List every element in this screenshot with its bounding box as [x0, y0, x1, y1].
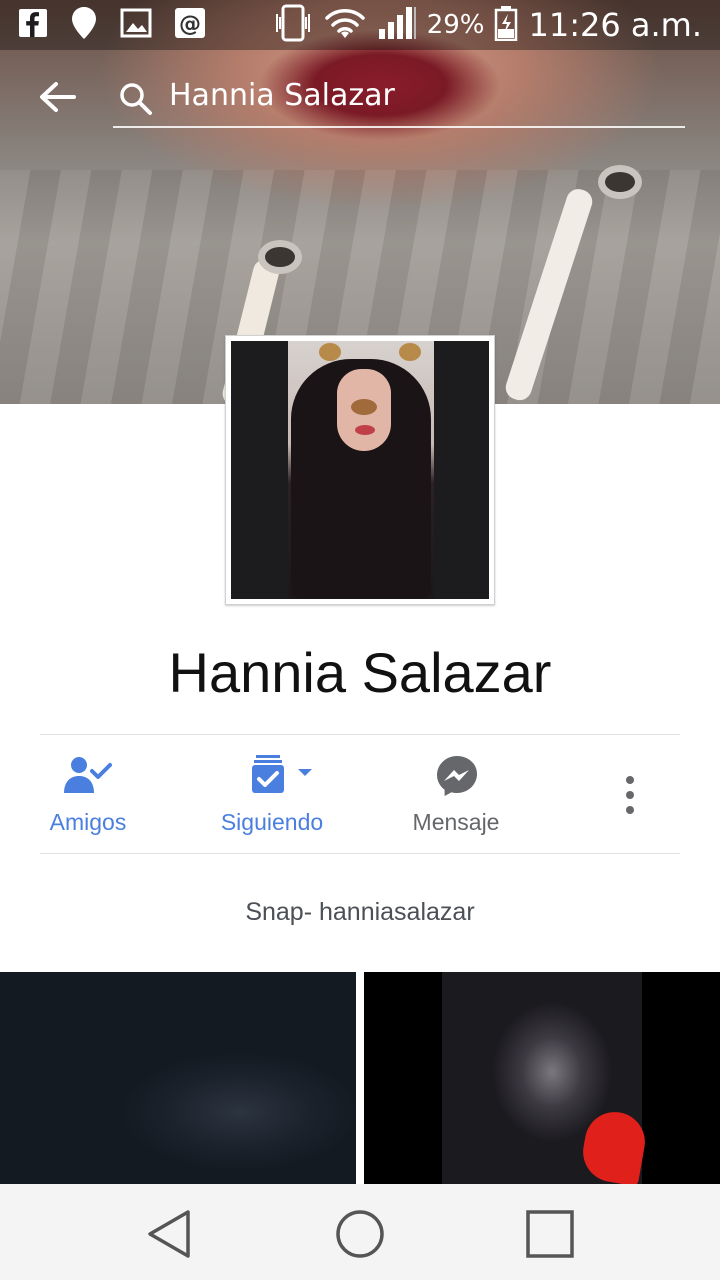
- message-button[interactable]: Mensaje: [404, 735, 508, 853]
- friends-button[interactable]: Amigos: [40, 735, 136, 853]
- battery-percent: 29%: [426, 10, 485, 40]
- battery-charging-icon: [494, 5, 518, 45]
- search-input[interactable]: Hannia Salazar: [113, 66, 685, 128]
- following-button[interactable]: Siguiendo: [210, 735, 334, 853]
- status-bar: @ 29% 11:26 a.m.: [0, 0, 720, 50]
- at-sign-icon: @: [174, 7, 206, 43]
- svg-text:@: @: [179, 12, 201, 37]
- nav-recents-button[interactable]: [520, 1204, 580, 1264]
- profile-name: Hannia Salazar: [168, 641, 552, 704]
- nav-back-button[interactable]: [140, 1204, 200, 1264]
- profile-photo-lips: [355, 425, 375, 435]
- friends-label: Amigos: [49, 809, 127, 835]
- photo-thumbnail[interactable]: [0, 972, 356, 1184]
- more-options-button[interactable]: [610, 735, 650, 853]
- profile-actions: Amigos Siguiendo Mensaje: [40, 734, 680, 854]
- search-query: Hannia Salazar: [169, 78, 395, 113]
- cover-grommet-left: [258, 240, 302, 274]
- clock: 11:26 a.m.: [528, 6, 702, 44]
- navigation-bar: [0, 1184, 720, 1280]
- dog-filter-nose: [351, 399, 377, 415]
- triangle-back-icon: [148, 1210, 190, 1258]
- message-label: Mensaje: [412, 809, 500, 835]
- facebook-icon: [18, 8, 48, 42]
- cover-grommet-right: [598, 165, 642, 199]
- friend-check-icon: [64, 757, 112, 793]
- location-pin-icon: [70, 6, 98, 44]
- image-icon: [120, 8, 152, 42]
- vibrate-icon: [273, 4, 313, 46]
- dog-filter-ear-right: [399, 343, 421, 361]
- wifi-icon: [323, 6, 367, 44]
- square-recents-icon: [526, 1210, 574, 1258]
- more-vertical-icon: [626, 776, 634, 814]
- arrow-left-icon: [40, 82, 76, 112]
- search-bar: Hannia Salazar: [0, 60, 720, 140]
- nav-home-button[interactable]: [330, 1204, 390, 1264]
- following-check-icon: [252, 755, 312, 793]
- profile-picture[interactable]: [225, 335, 495, 605]
- photo-thumbnail[interactable]: [364, 972, 720, 1184]
- circle-home-icon: [336, 1210, 384, 1258]
- back-button[interactable]: [36, 76, 78, 118]
- dog-filter-ear-left: [319, 343, 341, 361]
- messenger-icon: [437, 756, 477, 796]
- profile-photo-frame: [231, 341, 489, 599]
- profile-screen: @ 29% 11:26 a.m. Hannia Salazar Hannia S…: [0, 0, 720, 1280]
- following-label: Siguiendo: [220, 809, 324, 835]
- search-icon: [120, 83, 152, 115]
- profile-bio: Snap- hanniasalazar: [245, 898, 475, 926]
- signal-icon: [377, 5, 417, 45]
